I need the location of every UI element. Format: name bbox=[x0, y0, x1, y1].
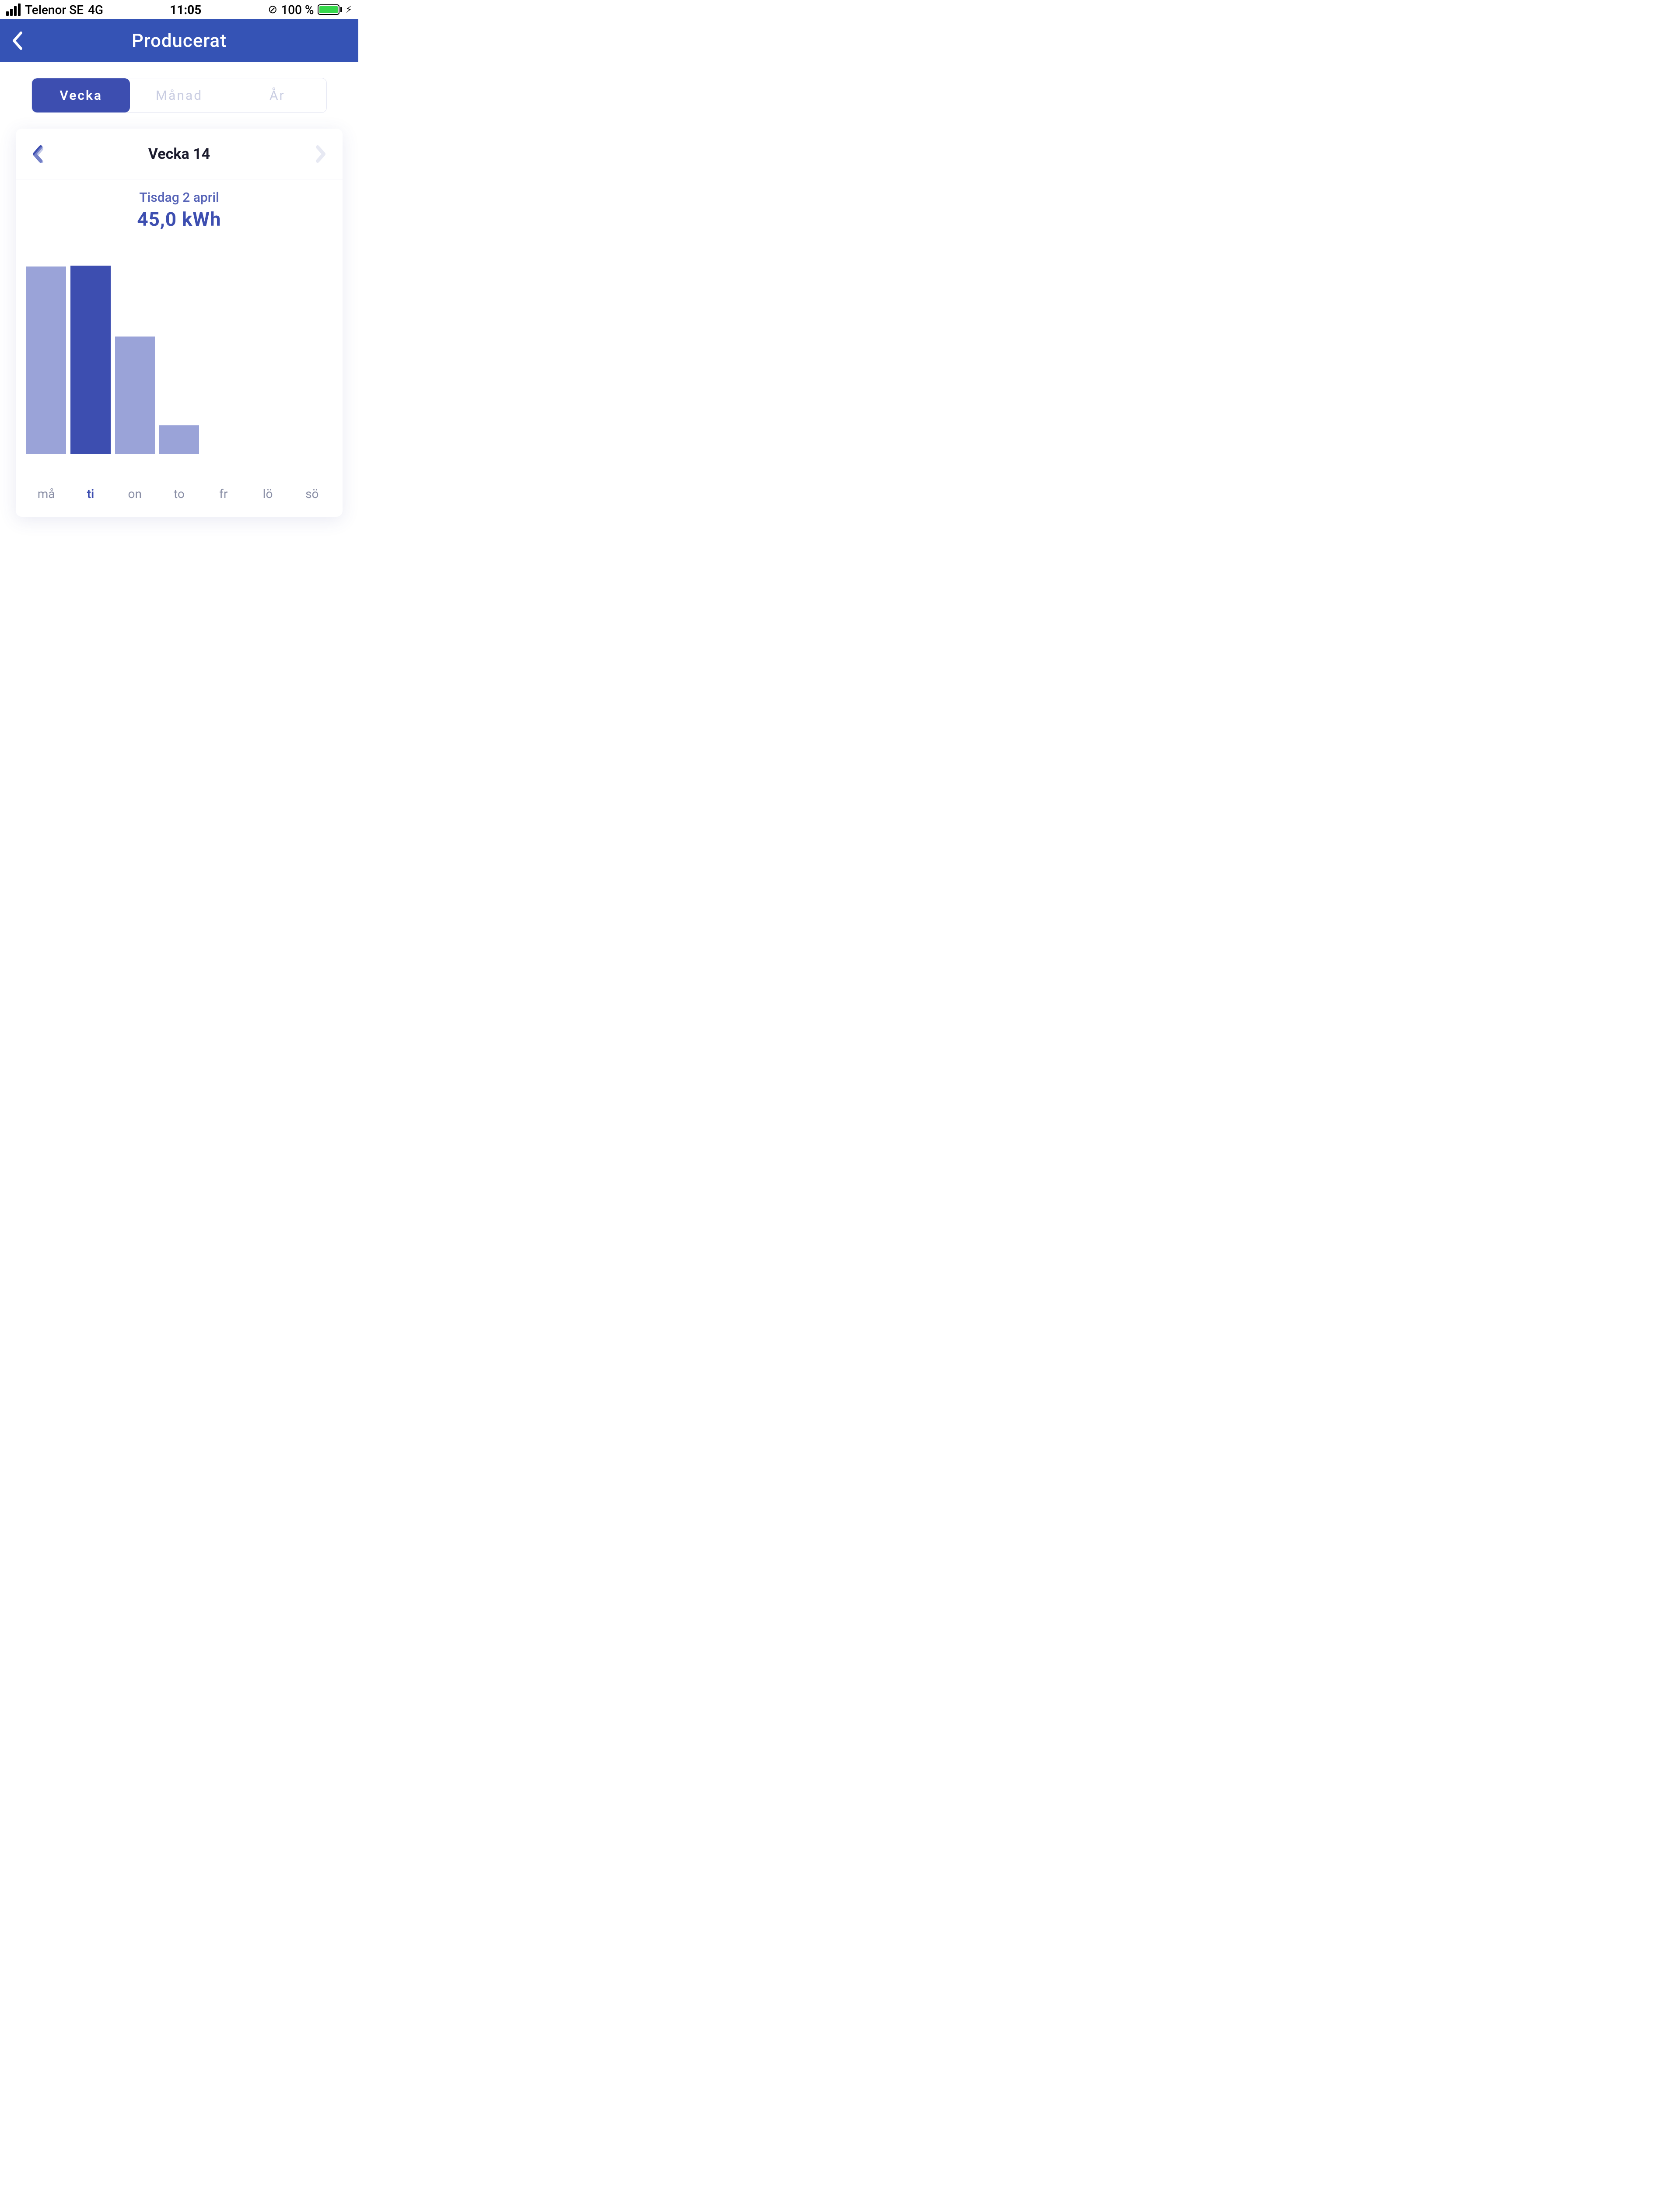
bar-slot[interactable] bbox=[159, 261, 199, 454]
status-right: ⊘ 100 % ⚡︎ bbox=[268, 3, 352, 17]
selected-day-info: Tisdag 2 april 45,0 kWh bbox=[16, 179, 343, 235]
tab-year[interactable]: År bbox=[228, 78, 326, 112]
bar bbox=[70, 266, 110, 454]
bar bbox=[159, 425, 199, 454]
title-bar: Producerat bbox=[0, 19, 358, 62]
chart-area: måtiontofrlösö bbox=[16, 235, 343, 517]
bar-slot[interactable] bbox=[292, 261, 332, 454]
carrier-label: Telenor SE bbox=[25, 3, 84, 17]
x-label[interactable]: to bbox=[159, 487, 199, 501]
x-label[interactable]: sö bbox=[292, 487, 332, 501]
card-header: Vecka 14 bbox=[16, 129, 343, 179]
clock: 11:05 bbox=[170, 3, 201, 17]
week-title: Vecka 14 bbox=[148, 145, 210, 163]
selected-day-value: 45,0 kWh bbox=[16, 208, 343, 231]
prev-week-button[interactable] bbox=[29, 145, 46, 163]
x-axis-labels: måtiontofrlösö bbox=[24, 475, 334, 517]
bar-slot[interactable] bbox=[203, 261, 243, 454]
status-left: Telenor SE 4G bbox=[6, 3, 103, 17]
x-label[interactable]: fr bbox=[203, 487, 243, 501]
battery-icon bbox=[318, 4, 342, 15]
back-button[interactable] bbox=[9, 32, 26, 49]
bar-slot[interactable] bbox=[26, 261, 66, 454]
bar-slot[interactable] bbox=[115, 261, 155, 454]
next-week-button[interactable] bbox=[312, 145, 329, 163]
orientation-lock-icon: ⊘ bbox=[268, 3, 277, 16]
battery-percent: 100 % bbox=[281, 3, 314, 17]
signal-icon bbox=[6, 4, 21, 16]
chevron-right-icon bbox=[315, 145, 326, 163]
charging-icon: ⚡︎ bbox=[346, 4, 352, 15]
bar bbox=[115, 337, 155, 454]
bar-slot[interactable] bbox=[70, 261, 110, 454]
chevron-left-icon bbox=[11, 31, 24, 50]
x-label[interactable]: on bbox=[115, 487, 155, 501]
bar-slot[interactable] bbox=[248, 261, 287, 454]
page-title: Producerat bbox=[0, 30, 358, 52]
chevron-left-icon bbox=[32, 145, 43, 163]
x-label[interactable]: ti bbox=[70, 487, 110, 501]
chart-card: Vecka 14 Tisdag 2 april 45,0 kWh måtiont… bbox=[16, 129, 343, 517]
selected-day-date: Tisdag 2 april bbox=[16, 190, 343, 205]
network-label: 4G bbox=[88, 3, 103, 17]
period-tabs: Vecka Månad År bbox=[32, 78, 327, 113]
x-label[interactable]: lö bbox=[248, 487, 287, 501]
tab-week[interactable]: Vecka bbox=[32, 78, 130, 112]
x-label[interactable]: må bbox=[26, 487, 66, 501]
bar bbox=[26, 266, 66, 454]
status-bar: Telenor SE 4G 11:05 ⊘ 100 % ⚡︎ bbox=[0, 0, 358, 19]
bar-container bbox=[24, 261, 334, 454]
tab-month[interactable]: Månad bbox=[130, 78, 228, 112]
